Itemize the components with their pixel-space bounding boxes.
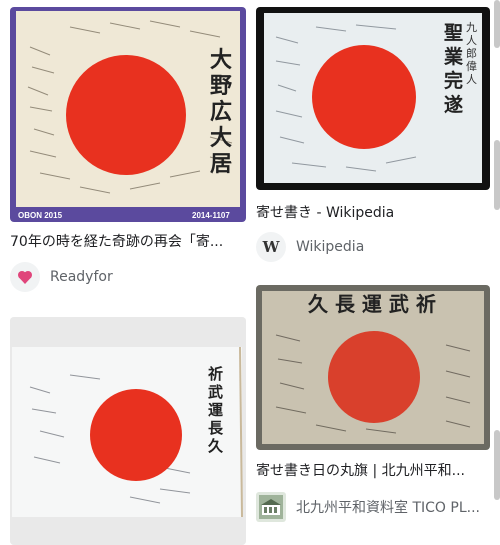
result-image-3[interactable]: 祈武運長久 xyxy=(10,317,246,545)
result-source-row-4[interactable]: 北九州平和資料室 TICO PL... xyxy=(256,492,480,522)
flag-image-4: 久 長 運 武 祈 xyxy=(256,285,490,450)
result-source-row-2[interactable]: W Wikipedia xyxy=(256,232,364,262)
image-label-left: OBON 2015 xyxy=(18,211,63,220)
result-image-1[interactable]: 大野広大居 OBON 2015 2014-1107 xyxy=(10,7,246,222)
flag-image-2: 聖業完遂 九人郎偉人 xyxy=(256,7,490,190)
result-source-1: Readyfor xyxy=(50,269,113,285)
wikipedia-icon: W xyxy=(256,232,286,262)
flag-image-3: 祈武運長久 xyxy=(10,317,246,545)
image-label-right: 2014-1107 xyxy=(192,211,230,220)
result-source-4: 北九州平和資料室 TICO PL... xyxy=(296,500,480,516)
scrollbar-track[interactable] xyxy=(494,0,500,48)
result-title-1[interactable]: 70年の時を経た奇跡の再会「寄... xyxy=(10,233,246,251)
flag-image-1: 大野広大居 OBON 2015 2014-1107 xyxy=(10,7,246,222)
result-title-4[interactable]: 寄せ書き日の丸旗 | 北九州平和... xyxy=(256,462,490,480)
svg-text:九人郎偉人: 九人郎偉人 xyxy=(466,21,477,86)
flag-calligraphy-4: 久 長 運 武 祈 xyxy=(308,292,436,316)
result-source-row-1[interactable]: Readyfor xyxy=(10,262,113,292)
result-source-2: Wikipedia xyxy=(296,239,365,255)
result-title-2[interactable]: 寄せ書き - Wikipedia xyxy=(256,204,490,222)
scrollbar-thumb[interactable] xyxy=(494,140,500,210)
flag-calligraphy-3: 祈武運長久 xyxy=(208,365,224,455)
readyfor-icon xyxy=(10,262,40,292)
flag-calligraphy-1: 大野広大居 xyxy=(210,47,232,177)
result-image-2[interactable]: 聖業完遂 九人郎偉人 xyxy=(256,7,490,190)
tico-icon xyxy=(256,492,286,522)
wikipedia-letter: W xyxy=(262,238,280,256)
scrollbar-segment[interactable] xyxy=(494,430,500,500)
result-image-4[interactable]: 久 長 運 武 祈 xyxy=(256,285,490,450)
